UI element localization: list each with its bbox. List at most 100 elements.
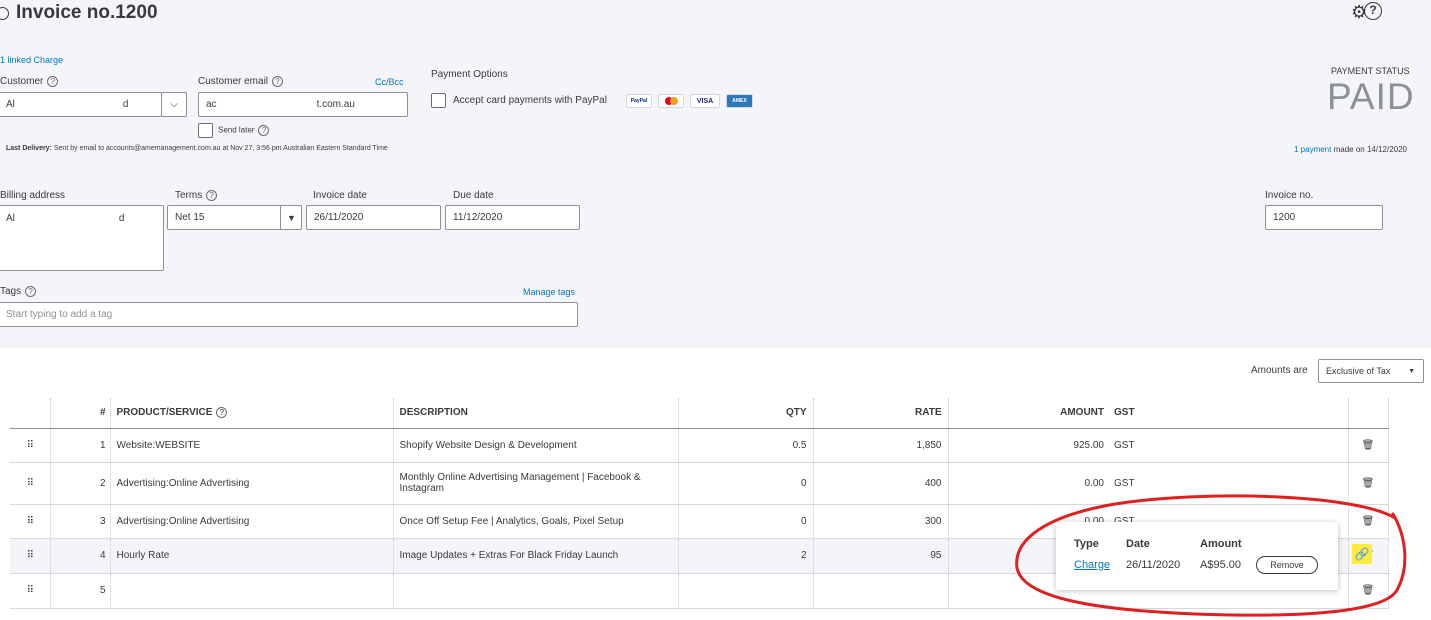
amex-logo: AMEX (726, 94, 753, 108)
table-row[interactable]: ⠿ 1 Website:WEBSITE Shopify Website Desi… (10, 428, 1389, 463)
customer-label: Customer? (0, 76, 59, 88)
cell-qty[interactable]: 0 (678, 462, 814, 505)
question-icon[interactable]: ? (47, 76, 59, 87)
drag-handle-icon[interactable]: ⠿ (10, 504, 51, 539)
paypal-checkbox[interactable] (431, 93, 446, 108)
send-later-text: Send later (218, 125, 255, 135)
header-product: PRODUCT/SERVICE? (110, 398, 394, 429)
cell-description[interactable]: Image Updates + Extras For Black Friday … (393, 538, 679, 574)
cell-gst[interactable]: GST (1108, 428, 1349, 463)
customer-value-end: d (122, 99, 129, 110)
invoice-date-label: Invoice date (313, 190, 367, 201)
annotation-stroke (1015, 494, 1407, 617)
last-delivery: Last Delivery: Sent by email to accounts… (6, 145, 388, 152)
invoice-no-label: Invoice no. (1265, 190, 1314, 201)
amounts-are-select[interactable]: Exclusive of Tax ▼ (1318, 359, 1424, 383)
cell-qty[interactable] (678, 573, 814, 609)
cell-description[interactable]: Once Off Setup Fee | Analytics, Goals, P… (393, 504, 679, 539)
cell-rate[interactable]: 400 (813, 462, 949, 505)
header-amount: AMOUNT (948, 398, 1108, 429)
billing-value-end: d (118, 213, 125, 224)
cell-rate[interactable]: 1,850 (813, 428, 949, 463)
terms-value: Net 15 (175, 212, 205, 223)
last-delivery-label: Last Delivery: (6, 145, 52, 152)
cell-num: 3 (50, 504, 111, 539)
header-trash (1348, 398, 1389, 429)
cell-product[interactable] (110, 573, 394, 609)
question-icon[interactable]: ? (25, 286, 37, 297)
cell-num: 2 (50, 462, 111, 505)
question-icon[interactable]: ? (206, 190, 218, 201)
linked-charge-link[interactable]: 1 linked Charge (0, 55, 63, 65)
due-date-input[interactable]: 11/12/2020 (445, 205, 580, 230)
tags-input[interactable]: Start typing to add a tag (0, 302, 578, 327)
visa-logo: VISA (690, 94, 720, 108)
cell-product[interactable]: Hourly Rate (110, 538, 394, 574)
cell-rate[interactable]: 300 (813, 504, 949, 539)
terms-label: Terms? (175, 190, 218, 202)
last-delivery-text: Sent by email to accounts@amemanagement.… (53, 145, 388, 152)
header-num: # (50, 398, 111, 429)
payment-suffix: made on 14/12/2020 (1333, 145, 1407, 154)
billing-address-input[interactable]: Al d (0, 205, 164, 271)
question-icon[interactable]: ? (216, 407, 228, 419)
drag-handle-icon[interactable]: ⠿ (10, 462, 51, 505)
chevron-down-icon: ⌵ (170, 99, 178, 110)
customer-email-input[interactable]: ac t.com.au (198, 92, 408, 117)
cell-qty[interactable]: 2 (678, 538, 814, 574)
payment-status-label: PAYMENT STATUS (1331, 66, 1410, 76)
manage-tags-link[interactable]: Manage tags (523, 287, 575, 297)
tags-label-text: Tags (0, 286, 22, 298)
caret-down-icon: ▼ (1408, 367, 1415, 375)
amounts-are-label: Amounts are (1251, 365, 1308, 376)
header-rate: RATE (813, 398, 949, 429)
due-date-label: Due date (453, 190, 494, 201)
email-value-end: t.com.au (316, 99, 355, 110)
send-later-checkbox[interactable] (198, 123, 213, 138)
drag-handle-icon[interactable]: ⠿ (10, 573, 51, 609)
history-icon[interactable] (0, 6, 9, 20)
cell-description[interactable]: Shopify Website Design & Development (393, 428, 679, 463)
invoice-header-panel (0, 0, 1431, 348)
cell-amount[interactable]: 925.00 (948, 428, 1108, 463)
customer-dropdown-button[interactable]: ⌵ (161, 92, 187, 117)
customer-label-text: Customer (0, 76, 44, 88)
help-glyph: ? (1364, 2, 1382, 20)
billing-value-start: Al (6, 213, 15, 224)
question-icon[interactable]: ? (258, 125, 270, 136)
drag-handle-icon[interactable]: ⠿ (10, 538, 51, 574)
customer-value-start: Al (6, 99, 15, 110)
trash-icon[interactable]: 🗑 (1348, 428, 1389, 463)
invoice-date-input[interactable]: 26/11/2020 (306, 205, 441, 230)
cc-bcc-link[interactable]: Cc/Bcc (375, 77, 404, 87)
terms-label-text: Terms (175, 190, 203, 202)
payment-link[interactable]: 1 payment (1294, 145, 1331, 154)
page-title: Invoice no.1200 (0, 0, 158, 26)
customer-select[interactable]: Al d (0, 92, 162, 117)
cell-product[interactable]: Advertising:Online Advertising (110, 504, 394, 539)
help-icon[interactable]: ? (1364, 2, 1382, 20)
cell-description[interactable] (393, 573, 679, 609)
cell-description[interactable]: Monthly Online Advertising Management | … (393, 462, 679, 505)
annotation-circle (1015, 494, 1407, 617)
page-title-text: Invoice no.1200 (16, 2, 158, 23)
payment-status-value: PAID (1327, 76, 1415, 117)
cell-rate[interactable]: 95 (813, 538, 949, 574)
invoice-no-input[interactable]: 1200 (1265, 205, 1383, 230)
cell-product[interactable]: Advertising:Online Advertising (110, 462, 394, 505)
cell-rate[interactable] (813, 573, 949, 609)
payment-options-label: Payment Options (431, 69, 508, 80)
drag-header (10, 398, 51, 429)
payment-summary: 1 payment made on 14/12/2020 (1294, 145, 1407, 154)
question-icon[interactable]: ? (272, 76, 284, 87)
header-gst: GST (1108, 398, 1349, 429)
terms-select[interactable]: Net 15 ▼ (167, 205, 302, 230)
send-later-label: Send later? (218, 125, 270, 136)
cell-qty[interactable]: 0 (678, 504, 814, 539)
billing-address-label: Billing address (0, 190, 66, 201)
drag-handle-icon[interactable]: ⠿ (10, 428, 51, 463)
cell-product[interactable]: Website:WEBSITE (110, 428, 394, 463)
cell-qty[interactable]: 0.5 (678, 428, 814, 463)
header-description: DESCRIPTION (393, 398, 679, 429)
cell-num: 4 (50, 538, 111, 574)
